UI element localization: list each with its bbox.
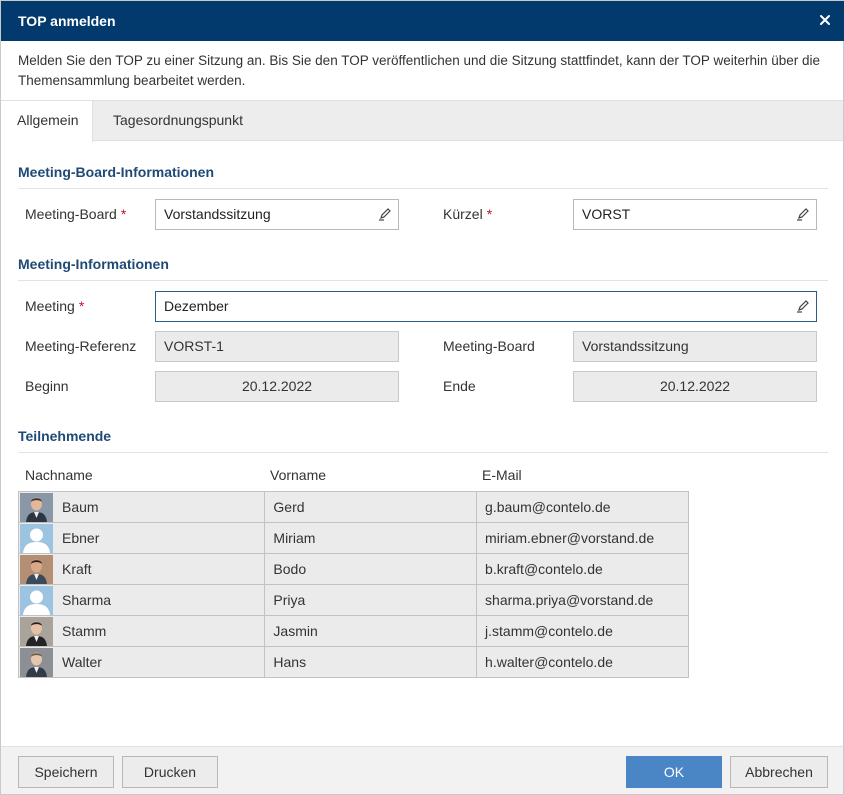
meeting-board-value: Vorstandssitzung (164, 206, 271, 222)
kuerzel-label: Kürzel * (443, 206, 492, 222)
participants-table: Baum Gerd g.baum@contelo.de Ebner Miriam miri… (17, 491, 689, 678)
print-button[interactable]: Drucken (122, 756, 218, 788)
meeting-board-readonly-label: Meeting-Board (443, 338, 535, 354)
dialog: TOP anmelden Melden Sie den TOP zu einer… (0, 0, 844, 795)
cell-email[interactable]: sharma.priya@vorstand.de (476, 584, 689, 616)
save-button[interactable]: Speichern (18, 756, 114, 788)
user-silhouette-icon (20, 524, 53, 553)
table-row[interactable]: Ebner Miriam miriam.ebner@vorstand.de (17, 522, 689, 554)
lastname-text: Baum (62, 499, 99, 515)
meeting-reference-label: Meeting-Referenz (25, 338, 137, 354)
end-date-field: 20.12.2022 (573, 371, 817, 402)
pencil-icon[interactable] (796, 207, 810, 221)
section-divider (18, 280, 828, 281)
table-row[interactable]: Sharma Priya sharma.priya@vorstand.de (17, 584, 689, 616)
cell-firstname[interactable]: Jasmin (264, 615, 478, 647)
title-bar: TOP anmelden (1, 1, 844, 41)
cell-lastname[interactable]: Stamm (17, 615, 266, 647)
column-header-email[interactable]: E-Mail (482, 467, 522, 483)
cell-email[interactable]: b.kraft@contelo.de (476, 553, 689, 585)
cell-email[interactable]: g.baum@contelo.de (476, 491, 689, 523)
tab-bar: Allgemein Tagesordnungspunkt (1, 100, 843, 142)
meeting-board-label-text: Meeting-Board (25, 206, 117, 222)
dialog-title: TOP anmelden (18, 13, 116, 29)
table-row[interactable]: Walter Hans h.walter@contelo.de (17, 646, 689, 678)
start-label: Beginn (25, 378, 69, 394)
kuerzel-field[interactable]: VORST (573, 199, 817, 230)
tab-tagesordnungspunkt[interactable]: Tagesordnungspunkt (97, 101, 259, 141)
required-marker: * (486, 206, 493, 222)
section-title-participants: Teilnehmende (18, 428, 112, 444)
meeting-field[interactable]: Dezember (155, 291, 817, 322)
column-header-lastname[interactable]: Nachname (25, 467, 93, 483)
cell-lastname[interactable]: Baum (17, 491, 266, 523)
dialog-description: Melden Sie den TOP zu einer Sitzung an. … (18, 53, 821, 88)
user-silhouette-icon (20, 586, 53, 615)
cell-email[interactable]: h.walter@contelo.de (476, 646, 689, 678)
cell-firstname[interactable]: Miriam (264, 522, 478, 554)
table-row[interactable]: Baum Gerd g.baum@contelo.de (17, 491, 689, 523)
close-icon[interactable] (817, 12, 833, 28)
user-photo-icon (20, 493, 53, 522)
meeting-board-readonly-field: Vorstandssitzung (573, 331, 817, 362)
end-label: Ende (443, 378, 476, 394)
user-photo-icon (20, 617, 53, 646)
cell-firstname[interactable]: Gerd (264, 491, 478, 523)
meeting-board-field[interactable]: Vorstandssitzung (155, 199, 399, 230)
meeting-reference-field: VORST-1 (155, 331, 399, 362)
user-photo-icon (20, 648, 53, 677)
ok-button[interactable]: OK (626, 756, 722, 788)
table-row[interactable]: Stamm Jasmin j.stamm@contelo.de (17, 615, 689, 647)
pencil-icon[interactable] (378, 207, 392, 221)
cell-lastname[interactable]: Ebner (17, 522, 266, 554)
meeting-board-label: Meeting-Board * (25, 206, 126, 222)
section-title-meeting: Meeting-Informationen (18, 256, 169, 272)
cell-lastname[interactable]: Sharma (17, 584, 266, 616)
cell-email[interactable]: miriam.ebner@vorstand.de (476, 522, 689, 554)
section-divider (18, 452, 828, 453)
cell-firstname[interactable]: Bodo (264, 553, 478, 585)
table-row[interactable]: Kraft Bodo b.kraft@contelo.de (17, 553, 689, 585)
section-title-board: Meeting-Board-Informationen (18, 164, 214, 180)
cell-firstname[interactable]: Hans (264, 646, 478, 678)
section-divider (18, 188, 828, 189)
lastname-text: Ebner (62, 530, 100, 546)
required-marker: * (78, 298, 85, 314)
dialog-footer: Speichern Drucken OK Abbrechen (1, 746, 843, 794)
lastname-text: Walter (62, 654, 102, 670)
meeting-value: Dezember (164, 298, 229, 314)
required-marker: * (120, 206, 127, 222)
column-header-firstname[interactable]: Vorname (270, 467, 326, 483)
cell-email[interactable]: j.stamm@contelo.de (476, 615, 689, 647)
user-photo-icon (20, 555, 53, 584)
cell-firstname[interactable]: Priya (264, 584, 478, 616)
cell-lastname[interactable]: Kraft (17, 553, 266, 585)
lastname-text: Sharma (62, 592, 112, 608)
cell-lastname[interactable]: Walter (17, 646, 266, 678)
meeting-label: Meeting * (25, 298, 84, 314)
lastname-text: Stamm (62, 623, 107, 639)
cancel-button[interactable]: Abbrechen (730, 756, 828, 788)
pencil-icon[interactable] (796, 299, 810, 313)
kuerzel-label-text: Kürzel (443, 206, 483, 222)
tab-allgemein[interactable]: Allgemein (1, 101, 93, 142)
meeting-label-text: Meeting (25, 298, 75, 314)
start-date-field: 20.12.2022 (155, 371, 399, 402)
kuerzel-value: VORST (582, 206, 631, 222)
lastname-text: Kraft (62, 561, 92, 577)
